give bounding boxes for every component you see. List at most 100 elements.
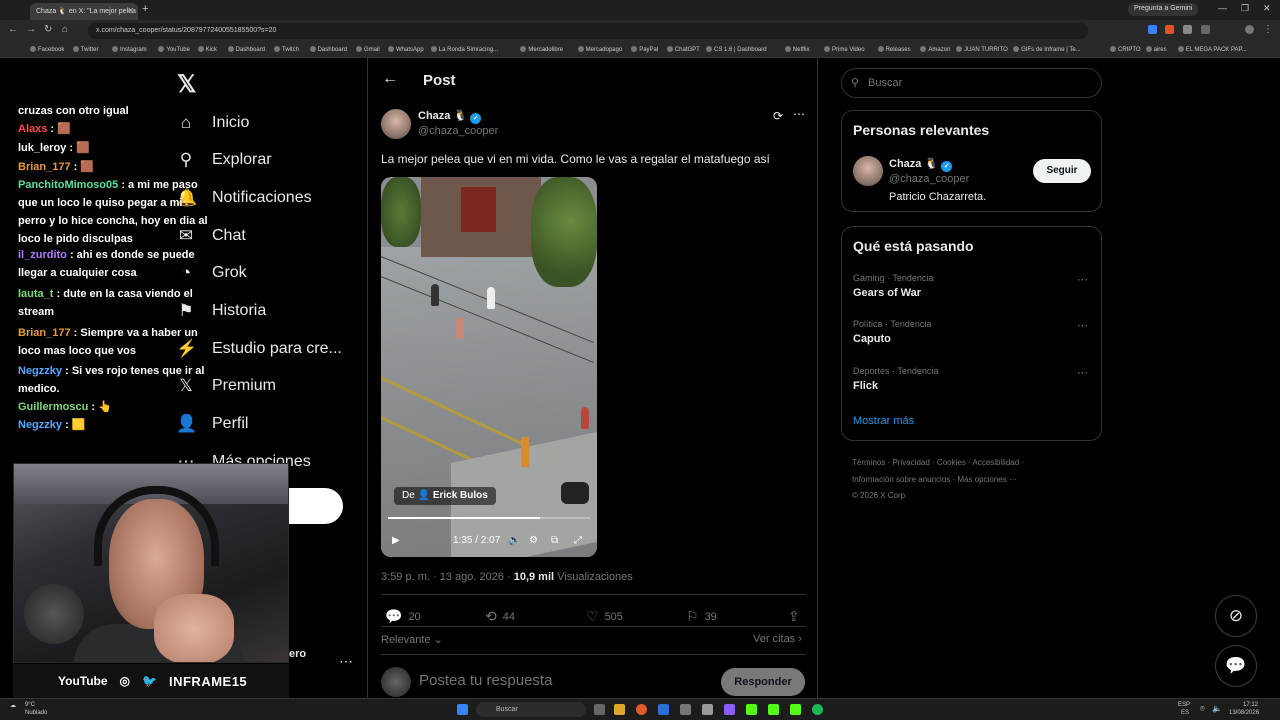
extension-icon[interactable] [1148, 25, 1157, 34]
bookmark-item[interactable]: Mercadopago [578, 46, 623, 53]
bookmark-item[interactable]: Instagram [112, 46, 147, 53]
taskbar-app-icon[interactable] [594, 704, 605, 715]
bookmark-item[interactable]: CS 1.6 | Dashboard [706, 46, 767, 53]
post-more-icon[interactable]: ⋯ [793, 107, 805, 121]
author-avatar[interactable] [381, 109, 411, 139]
taskbar-app-icon[interactable] [702, 704, 713, 715]
post-button[interactable] [285, 488, 343, 524]
spotify-icon[interactable] [812, 704, 823, 715]
volume-icon[interactable]: 🔈 [508, 535, 520, 546]
close-tab-icon[interactable]: ✕ [127, 6, 134, 15]
relevant-name[interactable]: Chaza 🐧 ✓ [889, 157, 953, 172]
browser-tab[interactable]: Chaza 🐧 en X: "La mejor pelea ✕ [30, 3, 138, 20]
show-more-link[interactable]: Mostrar más [853, 415, 914, 427]
bookmark-action[interactable]: ⚐ 39 [686, 608, 717, 625]
quotes-link[interactable]: Ver citas › [753, 633, 802, 645]
back-arrow-icon[interactable]: ← [382, 70, 398, 88]
bookmark-item[interactable]: Facebook [30, 46, 64, 53]
bookmark-item[interactable]: EL MEGA PACK PAP... [1178, 46, 1247, 53]
search-input[interactable]: ⚲ Buscar [841, 68, 1102, 98]
extension-icon[interactable] [1183, 25, 1192, 34]
reply-button[interactable]: Responder [721, 668, 805, 696]
back-nav-icon[interactable]: ← [8, 24, 18, 35]
repost-action[interactable]: ⟲ 44 [485, 608, 515, 625]
footer-links[interactable]: Información sobre anuncios · Más opcione… [852, 475, 1017, 484]
account-menu-icon[interactable]: ⋯ [339, 653, 353, 670]
taskbar-app-icon[interactable] [680, 704, 691, 715]
bookmark-item[interactable]: Twitter [73, 46, 99, 53]
bookmark-item[interactable]: La Ronda Simracing... [431, 46, 498, 53]
extension-icon[interactable] [1165, 25, 1174, 34]
folder-icon[interactable] [614, 704, 625, 715]
x-logo-icon[interactable]: 𝕏 [177, 70, 196, 99]
bookmark-item[interactable]: PayPal [631, 46, 658, 53]
bookmark-item[interactable]: Netflix [785, 46, 810, 53]
ask-gemini-button[interactable]: Pregunta a Gemini [1128, 3, 1199, 16]
reply-input[interactable]: Postea tu respuesta [419, 672, 552, 689]
chrome-icon[interactable] [636, 704, 647, 715]
url-bar[interactable]: x.com/chaza_cooper/status/20879772400551… [88, 23, 1088, 39]
trend-more-icon[interactable]: ⋯ [1077, 366, 1088, 379]
video-player[interactable]: De 👤 Erick Bulos ▶ 1:35 / 2:07 🔈 ⚙ ⧉ ⤢ [381, 177, 597, 557]
taskbar-app-icon[interactable] [724, 704, 735, 715]
pip-icon[interactable]: ⧉ [551, 535, 558, 546]
grok-fab-icon[interactable]: ⊘ [1215, 595, 1257, 637]
clock-time[interactable]: 17:12 [1243, 702, 1258, 708]
trend-item[interactable]: Deportes · Tendencia Flick [853, 366, 938, 392]
bookmark-item[interactable]: WhatsApp [388, 46, 424, 53]
settings-icon[interactable]: ⚙ [529, 535, 538, 546]
grok-explain-icon[interactable]: ⟳ [773, 109, 783, 123]
new-tab-icon[interactable]: + [142, 3, 148, 15]
reply-action[interactable]: 💬 20 [385, 608, 421, 625]
messages-fab-icon[interactable]: 💬 [1215, 645, 1257, 687]
bookmark-item[interactable]: Prime Video [824, 46, 865, 53]
browser-menu-icon[interactable]: ⋮ [1263, 24, 1273, 35]
trend-item[interactable]: Gaming · Tendencia Gears of War [853, 273, 933, 299]
bookmark-item[interactable]: aires [1146, 46, 1167, 53]
relevant-avatar[interactable] [853, 156, 883, 186]
bookmark-item[interactable]: JUAN TURRITO [956, 46, 1008, 53]
bookmark-item[interactable]: Kick [198, 46, 217, 53]
footer-links[interactable]: Términos · Privacidad · Cookies · Accesi… [852, 458, 1024, 467]
play-icon[interactable]: ▶ [392, 535, 400, 546]
weather-icon[interactable]: ☁ [10, 702, 16, 709]
maximize-icon[interactable]: ❐ [1241, 3, 1249, 14]
bookmark-item[interactable]: Releases [878, 46, 911, 53]
bookmark-item[interactable]: Twitch [274, 46, 299, 53]
bookmark-item[interactable]: GIFs de Inframe | Te... [1013, 46, 1080, 53]
speaker-icon[interactable]: 🔈 [1212, 704, 1222, 713]
author-handle[interactable]: @chaza_cooper [418, 125, 498, 137]
bookmark-item[interactable]: Gmail [356, 46, 380, 53]
kick-icon[interactable] [768, 704, 779, 715]
bookmark-item[interactable]: CRIPTO [1110, 46, 1141, 53]
wifi-icon[interactable]: ⌾ [1200, 704, 1205, 714]
profile-avatar-icon[interactable] [1245, 25, 1254, 34]
language-indicator[interactable]: ESP [1178, 702, 1190, 708]
kick-icon[interactable] [790, 704, 801, 715]
relevant-handle[interactable]: @chaza_cooper [889, 173, 969, 185]
trend-item[interactable]: Política · Tendencia Caputo [853, 319, 931, 345]
taskbar-app-icon[interactable] [658, 704, 669, 715]
home-browser-icon[interactable]: ⌂ [62, 24, 68, 35]
video-credit[interactable]: De 👤 Erick Bulos [394, 487, 496, 505]
fullscreen-icon[interactable]: ⤢ [574, 535, 582, 546]
windows-start-icon[interactable] [457, 704, 468, 715]
post-time[interactable]: 3:59 p. m. · 13 ago. 2026 · [381, 571, 511, 583]
minimize-icon[interactable]: — [1218, 3, 1227, 13]
bookmark-item[interactable]: Mercadolibre [520, 46, 563, 53]
bookmark-item[interactable]: Dashboard [228, 46, 265, 53]
kick-icon[interactable] [746, 704, 757, 715]
follow-button[interactable]: Seguir [1033, 159, 1091, 183]
close-window-icon[interactable]: ✕ [1263, 3, 1271, 14]
share-action[interactable]: ⇪ [788, 608, 800, 625]
trend-more-icon[interactable]: ⋯ [1077, 319, 1088, 332]
bookmark-item[interactable]: Amazon [920, 46, 950, 53]
author-name[interactable]: Chaza 🐧 ✓ [418, 109, 482, 124]
bookmark-item[interactable]: YouTube [158, 46, 190, 53]
taskbar-search[interactable]: Buscar [476, 702, 586, 717]
forward-nav-icon[interactable]: → [26, 24, 36, 35]
bookmark-item[interactable]: Dashboard [310, 46, 347, 53]
extension-icon[interactable] [1201, 25, 1210, 34]
bookmark-item[interactable]: ChatGPT [667, 46, 700, 53]
reload-icon[interactable]: ↻ [44, 24, 52, 35]
